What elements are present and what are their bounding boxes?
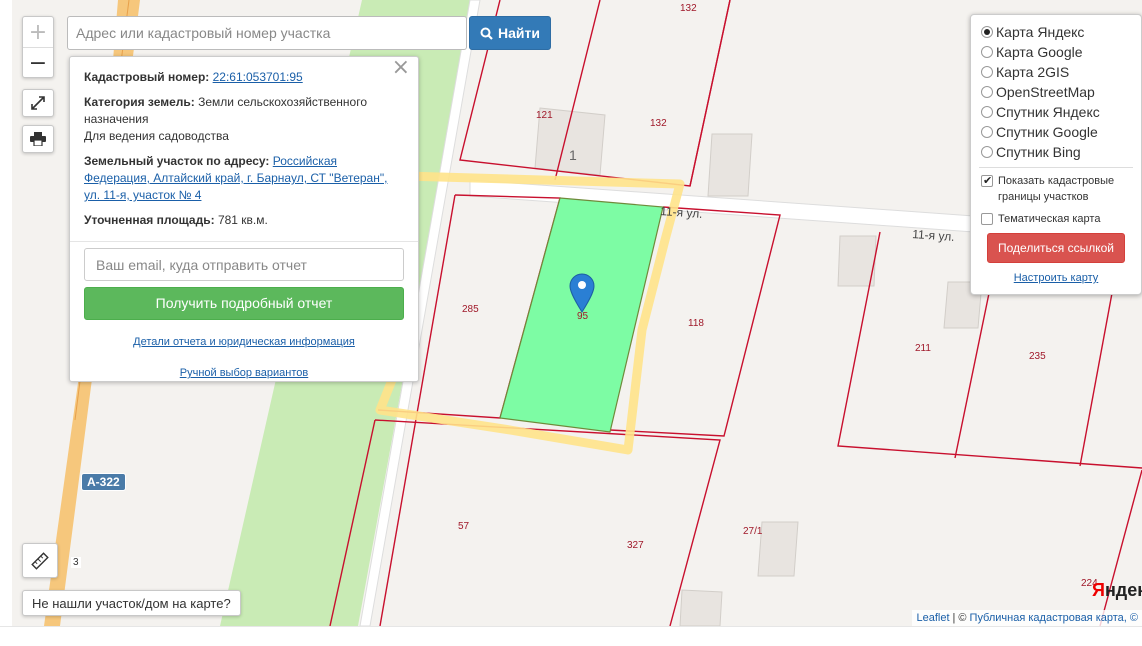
fullscreen-button[interactable] <box>22 89 54 117</box>
radio[interactable] <box>981 66 993 78</box>
thematic-map-toggle[interactable]: Тематическая карта <box>981 211 1141 227</box>
layer-option-label: Спутник Яндекс <box>996 104 1100 120</box>
plot-label: 118 <box>688 318 704 329</box>
area-row: Уточненная площадь: 781 кв.м. <box>84 212 404 229</box>
show-borders-toggle[interactable]: Показать кадастровые границы участков <box>981 173 1141 205</box>
plot-label: 27/1 <box>743 526 763 537</box>
cadastral-number-link[interactable]: 22:61:053701:95 <box>213 70 303 84</box>
street-label: 11-я ул. <box>912 227 955 244</box>
logo-first: Я <box>1092 580 1105 600</box>
page-footer-strip <box>0 626 1142 646</box>
building <box>679 589 723 626</box>
layer-option-google-satellite[interactable]: Спутник Google <box>981 122 1141 142</box>
report-details-link[interactable]: Детали отчета и юридическая информация <box>84 334 404 351</box>
get-report-button[interactable]: Получить подробный отчет <box>84 287 404 320</box>
search-input[interactable] <box>67 16 467 50</box>
street-label: 11-я ул. <box>660 204 703 221</box>
layer-option-label: OpenStreetMap <box>996 84 1095 100</box>
plot-label: 57 <box>458 521 470 532</box>
layer-option-label: Карта 2GIS <box>996 64 1070 80</box>
address-row: Земельный участок по адресу: Российская … <box>84 153 404 204</box>
cadastral-map-link[interactable]: Публичная кадастровая карта, © <box>970 612 1138 624</box>
checkbox[interactable] <box>981 213 993 225</box>
cadastral-label: Кадастровый номер: <box>84 70 210 84</box>
share-link-button[interactable]: Поделиться ссылкой <box>987 233 1125 263</box>
area-label: Уточненная площадь: <box>84 213 215 227</box>
plot-label: 121 <box>536 110 553 121</box>
email-field[interactable] <box>84 248 404 281</box>
address-label: Земельный участок по адресу: <box>84 154 270 168</box>
layer-option-osm[interactable]: OpenStreetMap <box>981 82 1141 102</box>
measure-button[interactable] <box>22 543 58 578</box>
zoom-control: + − <box>22 16 54 78</box>
radio[interactable] <box>981 126 993 138</box>
checkbox-label: Тематическая карта <box>998 213 1101 225</box>
layer-option-yandex-satellite[interactable]: Спутник Яндекс <box>981 102 1141 122</box>
house-number: 1 <box>569 147 577 163</box>
plot-label: 132 <box>650 118 667 129</box>
radio[interactable] <box>981 86 993 98</box>
radio[interactable] <box>981 46 993 58</box>
configure-map-link[interactable]: Настроить карту <box>971 272 1141 284</box>
layer-option-2gis-map[interactable]: Карта 2GIS <box>981 62 1141 82</box>
cadastral-row: Кадастровый номер: 22:61:053701:95 <box>84 69 404 86</box>
checkbox-checked[interactable] <box>981 173 993 189</box>
expand-icon <box>31 96 45 110</box>
layer-option-label: Карта Google <box>996 44 1083 60</box>
plot-label: 211 <box>915 343 931 354</box>
radio[interactable] <box>981 146 993 158</box>
usage-value: Для ведения садоводства <box>84 129 229 143</box>
divider <box>979 167 1133 168</box>
layer-option-bing-satellite[interactable]: Спутник Bing <box>981 142 1141 162</box>
ruler-icon <box>31 551 49 570</box>
search-icon <box>480 27 493 40</box>
plot-label: 95 <box>577 311 589 322</box>
building <box>707 133 753 197</box>
plot-label: 327 <box>627 540 644 551</box>
zoom-in-button[interactable]: + <box>23 17 53 47</box>
route-badge: А-322 <box>81 473 126 491</box>
close-icon[interactable]: × <box>392 57 410 79</box>
layer-option-label: Карта Яндекс <box>996 24 1085 40</box>
radio-selected[interactable] <box>981 26 993 38</box>
area-value: 781 кв.м. <box>217 213 268 227</box>
attribution-separator: | © <box>952 612 967 624</box>
manual-selection-link[interactable]: Ручной выбор вариантов <box>84 365 404 382</box>
print-button[interactable] <box>22 125 54 153</box>
checkbox-label: Показать кадастровые границы участков <box>998 175 1115 203</box>
zoom-out-button[interactable]: − <box>23 48 53 78</box>
layer-option-label: Спутник Bing <box>996 144 1081 160</box>
plot-label: 132 <box>680 3 697 14</box>
category-label: Категория земель: <box>84 95 195 109</box>
layer-option-google-map[interactable]: Карта Google <box>981 42 1141 62</box>
layer-switcher: Карта Яндекс Карта Google Карта 2GIS Ope… <box>970 14 1142 295</box>
logo-rest: ндекс <box>1104 580 1142 600</box>
radio[interactable] <box>981 106 993 118</box>
plot-label: 235 <box>1029 351 1046 362</box>
leaflet-link[interactable]: Leaflet <box>916 612 949 624</box>
layer-option-yandex-map[interactable]: Карта Яндекс <box>981 22 1141 42</box>
layer-option-label: Спутник Google <box>996 124 1098 140</box>
building <box>757 521 799 577</box>
search-button[interactable]: Найти <box>469 16 551 50</box>
printer-icon <box>30 132 46 146</box>
divider <box>70 241 418 242</box>
not-found-button[interactable]: Не нашли участок/дом на карте? <box>22 590 241 616</box>
plot-info-panel: × Кадастровый номер: 22:61:053701:95 Кат… <box>69 56 419 382</box>
yandex-logo: Яндекс <box>1092 580 1142 601</box>
map-attribution: Leaflet | © Публичная кадастровая карта,… <box>912 610 1142 626</box>
road-number: 3 <box>71 557 81 568</box>
category-row: Категория земель: Земли сельскохозяйстве… <box>84 94 404 145</box>
search-button-label: Найти <box>498 25 540 41</box>
plot-label: 285 <box>462 304 479 315</box>
